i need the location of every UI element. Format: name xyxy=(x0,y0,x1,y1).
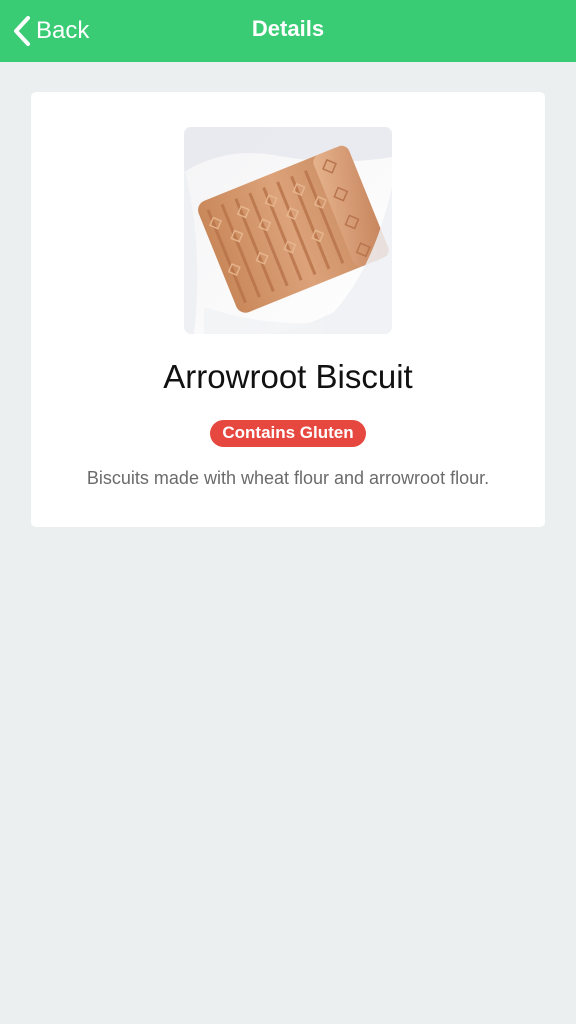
item-description: Biscuits made with wheat flour and arrow… xyxy=(86,468,490,488)
details-card: Arrowroot Biscuit Contains Gluten Biscui… xyxy=(31,92,545,527)
nav-bar: Back Details xyxy=(0,0,576,62)
page-title: Details xyxy=(251,16,325,41)
item-name: Arrowroot Biscuit xyxy=(163,358,413,395)
product-image xyxy=(184,127,392,334)
gluten-status-badge: Contains Gluten xyxy=(210,420,366,447)
badge-container: Contains Gluten xyxy=(31,420,545,447)
